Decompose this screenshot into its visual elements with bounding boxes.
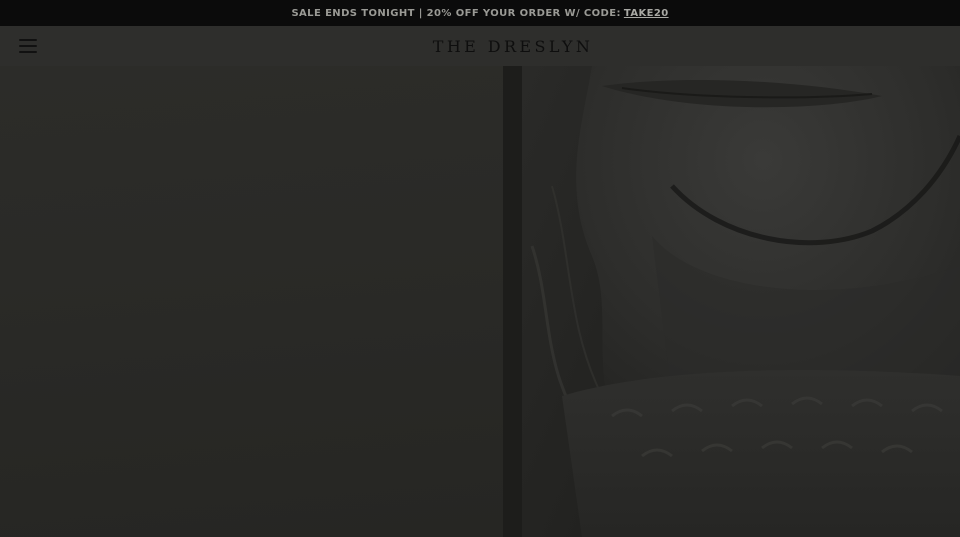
promo-text: SALE ENDS TONIGHT | 20% OFF YOUR ORDER W…	[291, 7, 621, 19]
hamburger-menu-icon[interactable]	[19, 39, 38, 53]
site-header: THE DRESLYN	[0, 26, 960, 66]
hero-section	[0, 66, 960, 537]
portrait-photo-illustration	[522, 66, 960, 537]
site-logo[interactable]: THE DRESLYN	[432, 37, 594, 56]
promo-banner: SALE ENDS TONIGHT | 20% OFF YOUR ORDER W…	[0, 0, 960, 26]
image-divider	[503, 66, 522, 537]
product-image-left[interactable]	[0, 66, 503, 537]
model-portrait-image[interactable]	[522, 66, 960, 537]
promo-code-link[interactable]: TAKE20	[624, 8, 669, 19]
